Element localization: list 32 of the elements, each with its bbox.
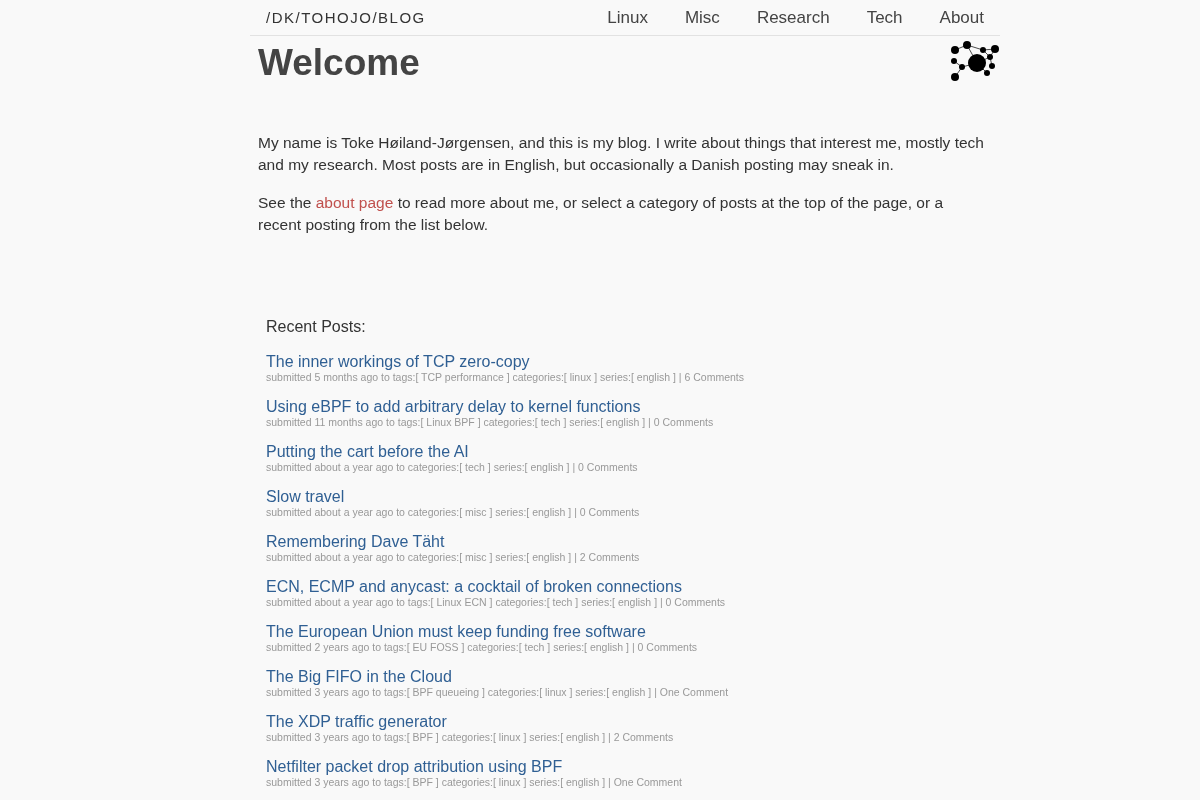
post-meta: submitted 3 years ago to tags:[ BPF ] categories:[ linux ] series:[ english ] | 2 Comments [266, 731, 674, 744]
site-title-link[interactable]: /DK/TOHOJO/BLOG [266, 9, 426, 26]
post-title-link[interactable]: Using eBPF to add arbitrary delay to kernel functions [266, 398, 641, 416]
post-title-link[interactable]: The XDP traffic generator [266, 713, 447, 731]
post-title-link[interactable]: The European Union must keep funding free software [266, 623, 646, 641]
nav-link[interactable]: About [939, 7, 984, 28]
post-meta: submitted 2 years ago to tags:[ EU FOSS ] categories:[ tech ] series:[ english ] | 0 Comments [266, 641, 698, 654]
post-title-link[interactable]: Putting the cart before the AI [266, 443, 469, 461]
post-title-link[interactable]: The Big FIFO in the Cloud [266, 668, 452, 686]
post-title-link[interactable]: ECN, ECMP and anycast: a cocktail of broken connections [266, 578, 682, 596]
post-meta: submitted 3 years ago to tags:[ BPF queueing ] categories:[ linux ] series:[ english ] | One Comment [266, 686, 729, 699]
post-title-link[interactable]: Remembering Dave Täht [266, 533, 445, 551]
post-title-link[interactable]: Slow travel [266, 488, 345, 506]
post-meta: submitted about a year ago to categories:[ misc ] series:[ english ] | 2 Comments [266, 551, 640, 564]
post-meta: submitted about a year ago to categories:[ misc ] series:[ english ] | 0 Comments [266, 506, 640, 519]
recent-posts-heading: Recent Posts: [266, 317, 367, 337]
intro-paragraph: See the about page to read more about me, or select a category of posts at the top of the page, or a recent posting from the list below. [258, 193, 945, 235]
post-meta: submitted 3 years ago to tags:[ BPF ] categories:[ linux ] series:[ english ] | One Comment [266, 776, 682, 789]
nav-link[interactable]: Research [756, 7, 830, 28]
post-title-link[interactable]: The inner workings of TCP zero-copy [266, 353, 530, 371]
post-meta: submitted about a year ago to tags:[ Linux ECN ] categories:[ tech ] series:[ english ] | 0 Comments [266, 596, 726, 609]
intro-paragraph: My name is Toke Høiland-Jørgensen, and this is my blog. I write about things that interest me, mostly tech and my research. Most posts are in English, but occasionally a Danish posting may sneak in. [258, 133, 985, 175]
about-page-link[interactable]: about page [315, 194, 394, 211]
network-graph-icon [950, 40, 1000, 82]
post-meta: submitted 5 months ago to tags:[ TCP performance ] categories:[ linux ] series:[ english ] | 6 Comments [266, 371, 744, 384]
nav-link[interactable]: Misc [684, 7, 720, 28]
page-title: Welcome [258, 41, 420, 85]
nav-link[interactable]: Linux [607, 7, 648, 28]
post-meta: submitted 11 months ago to tags:[ Linux BPF ] categories:[ tech ] series:[ english ] | 0 Comments [266, 416, 714, 429]
nav-link[interactable]: Tech [866, 7, 903, 28]
post-title-link[interactable]: Netfilter packet drop attribution using BPF [266, 758, 563, 776]
post-meta: submitted about a year ago to categories:[ tech ] series:[ english ] | 0 Comments [266, 461, 638, 474]
